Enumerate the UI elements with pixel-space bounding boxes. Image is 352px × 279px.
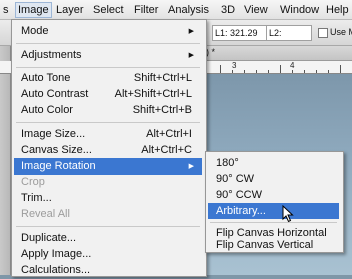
document-tab-marker: ) * — [206, 47, 215, 57]
mouse-pointer-icon — [282, 205, 294, 223]
menu-item-label: Canvas Size... — [21, 144, 92, 156]
ruler-tick — [304, 70, 305, 73]
menu-item-canvas-size[interactable]: Canvas Size... Alt+Ctrl+C — [14, 142, 202, 159]
menu-item-shortcut: Shift+Ctrl+L — [133, 72, 192, 84]
menu-item-label: Duplicate... — [21, 232, 77, 244]
menu-item-image-rotation[interactable]: Image Rotation ▶ — [14, 158, 202, 175]
ruler-tick — [280, 65, 281, 73]
menu-item-calculations[interactable]: Calculations... — [14, 262, 202, 279]
l2-field[interactable]: L2: — [266, 25, 312, 41]
submenu-item-90-ccw[interactable]: 90° CCW — [208, 187, 339, 203]
menu-item-label: Adjustments — [21, 49, 82, 61]
menu-help[interactable]: Help — [326, 3, 349, 17]
menu-item-label: Image Size... — [21, 128, 86, 140]
menu-separator — [16, 67, 200, 68]
menu-item-auto-color[interactable]: Auto Color Shift+Ctrl+B — [14, 102, 202, 119]
menu-separator — [210, 222, 337, 223]
menu-item-label: Apply Image... — [21, 248, 92, 260]
menu-item-label: Mode — [21, 25, 49, 37]
menu-item-label: Crop — [21, 176, 45, 188]
menu-filter[interactable]: Filter — [134, 3, 158, 17]
menu-item-auto-contrast[interactable]: Auto Contrast Alt+Shift+Ctrl+L — [14, 86, 202, 103]
submenu-arrow-icon: ▶ — [188, 52, 194, 59]
panel-edge: s_ — [0, 46, 11, 275]
menu-item-label: Calculations... — [21, 264, 91, 276]
menu-item-crop[interactable]: Crop — [14, 174, 202, 191]
menu-analysis[interactable]: Analysis — [168, 3, 209, 17]
menu-item-trim[interactable]: Trim... — [14, 190, 202, 207]
menu-item-label: Auto Tone — [21, 72, 71, 84]
submenu-item-label: 90° CCW — [216, 189, 262, 201]
menu-item-shortcut: Alt+Shift+Ctrl+L — [114, 88, 192, 100]
ruler-tick — [256, 70, 257, 73]
menu-item-mode[interactable]: Mode ▶ — [14, 23, 202, 40]
menu-layer[interactable]: Layer — [56, 3, 84, 17]
ruler-tick — [328, 70, 329, 73]
ruler-tick — [220, 65, 221, 73]
submenu-item-label: Arbitrary... — [216, 205, 266, 217]
l1-field[interactable]: L1: 321.29 — [212, 25, 270, 41]
ruler-tick — [292, 70, 293, 73]
menu-3d[interactable]: 3D — [221, 3, 235, 17]
ruler-tick — [244, 70, 245, 73]
ruler-tick — [232, 70, 233, 73]
menu-item-auto-tone[interactable]: Auto Tone Shift+Ctrl+L — [14, 70, 202, 87]
ruler-number: 4 — [290, 61, 295, 70]
image-rotation-submenu: 180° 90° CW 90° CCW Arbitrary... Flip Ca… — [205, 151, 344, 253]
menu-separator — [16, 226, 200, 227]
submenu-item-flip-vertical[interactable]: Flip Canvas Vertical — [208, 239, 339, 252]
menu-bar-item-partial[interactable]: s — [3, 3, 9, 17]
menu-select[interactable]: Select — [93, 3, 124, 17]
submenu-item-180[interactable]: 180° — [208, 155, 339, 171]
menu-item-image-size[interactable]: Image Size... Alt+Ctrl+I — [14, 126, 202, 143]
submenu-arrow-icon: ▶ — [188, 163, 194, 170]
submenu-item-label: 90° CW — [216, 173, 255, 185]
submenu-item-label: Flip Canvas Vertical — [216, 239, 314, 251]
use-measurement-label: Use M — [330, 27, 352, 37]
menu-item-reveal-all[interactable]: Reveal All — [14, 206, 202, 223]
ruler-tick — [316, 70, 317, 73]
menu-item-shortcut: Alt+Ctrl+I — [146, 128, 192, 140]
menu-image[interactable]: Image — [15, 2, 52, 18]
image-menu-dropdown: Mode ▶ Adjustments ▶ Auto Tone Shift+Ctr… — [11, 19, 207, 277]
submenu-item-90-cw[interactable]: 90° CW — [208, 171, 339, 187]
ruler-tick — [268, 70, 269, 73]
menu-bar: s Image Layer Select Filter Analysis 3D … — [0, 0, 352, 20]
menu-separator — [16, 122, 200, 123]
menu-item-label: Image Rotation — [21, 160, 96, 172]
menu-item-shortcut: Alt+Ctrl+C — [141, 144, 192, 156]
menu-item-shortcut: Shift+Ctrl+B — [132, 104, 192, 116]
menu-item-label: Auto Color — [21, 104, 73, 116]
submenu-item-arbitrary[interactable]: Arbitrary... — [208, 203, 339, 219]
ruler-number: 3 — [232, 61, 237, 70]
menu-item-label: Reveal All — [21, 208, 70, 220]
menu-item-label: Trim... — [21, 192, 52, 204]
submenu-arrow-icon: ▶ — [188, 28, 194, 35]
menu-item-apply-image[interactable]: Apply Image... — [14, 246, 202, 263]
menu-item-label: Auto Contrast — [21, 88, 89, 100]
menu-view[interactable]: View — [244, 3, 268, 17]
menu-item-adjustments[interactable]: Adjustments ▶ — [14, 47, 202, 64]
ruler-tick — [340, 65, 341, 73]
menu-item-duplicate[interactable]: Duplicate... — [14, 230, 202, 247]
submenu-item-label: 180° — [216, 157, 239, 169]
menu-separator — [16, 43, 200, 44]
menu-window[interactable]: Window — [280, 3, 319, 17]
use-measurement-checkbox[interactable] — [318, 28, 328, 38]
